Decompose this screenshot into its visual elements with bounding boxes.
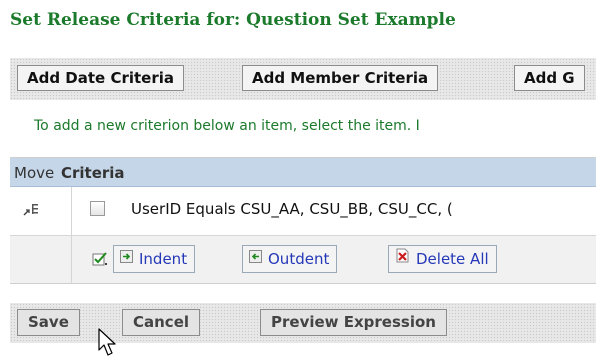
mouse-pointer-icon: [98, 328, 120, 362]
table-row: UserID Equals CSU_AA, CSU_BB, CSU_CC, (: [10, 187, 596, 236]
criteria-toolbar: Add Date Criteria Add Member Criteria Ad…: [10, 58, 596, 100]
column-divider: [71, 187, 72, 283]
add-member-criteria-button[interactable]: Add Member Criteria: [242, 65, 439, 91]
criteria-table: Move Criteria UserID Equals CSU_AA, CSU_…: [10, 157, 596, 284]
row-select-checkbox[interactable]: [90, 201, 105, 216]
preview-expression-button[interactable]: Preview Expression: [260, 309, 447, 336]
add-group-criteria-button[interactable]: Add G: [514, 65, 585, 91]
instruction-text: To add a new criterion below an item, se…: [34, 118, 420, 134]
indent-label: Indent: [139, 250, 188, 268]
outdent-label: Outdent: [268, 250, 330, 268]
indent-icon: [120, 245, 133, 271]
cancel-button[interactable]: Cancel: [122, 309, 201, 336]
delete-icon: [395, 245, 410, 271]
table-header: Move Criteria: [10, 158, 596, 187]
outdent-icon: [249, 245, 262, 271]
delete-all-label: Delete All: [416, 250, 489, 268]
header-criteria: Criteria: [61, 164, 125, 182]
add-date-criteria-button[interactable]: Add Date Criteria: [17, 65, 184, 91]
criterion-text[interactable]: UserID Equals CSU_AA, CSU_BB, CSU_CC, (: [131, 200, 453, 218]
outdent-button[interactable]: Outdent: [242, 245, 338, 273]
indent-button[interactable]: Indent: [113, 245, 196, 273]
check-all-icon[interactable]: [92, 251, 108, 270]
delete-all-button[interactable]: Delete All: [388, 245, 497, 273]
table-actions-row: Indent Outdent Delete All: [10, 236, 596, 283]
save-button[interactable]: Save: [17, 309, 80, 336]
header-move: Move: [14, 164, 55, 182]
move-handle-icon[interactable]: [23, 202, 39, 221]
page-title: Set Release Criteria for: Question Set E…: [10, 10, 456, 30]
